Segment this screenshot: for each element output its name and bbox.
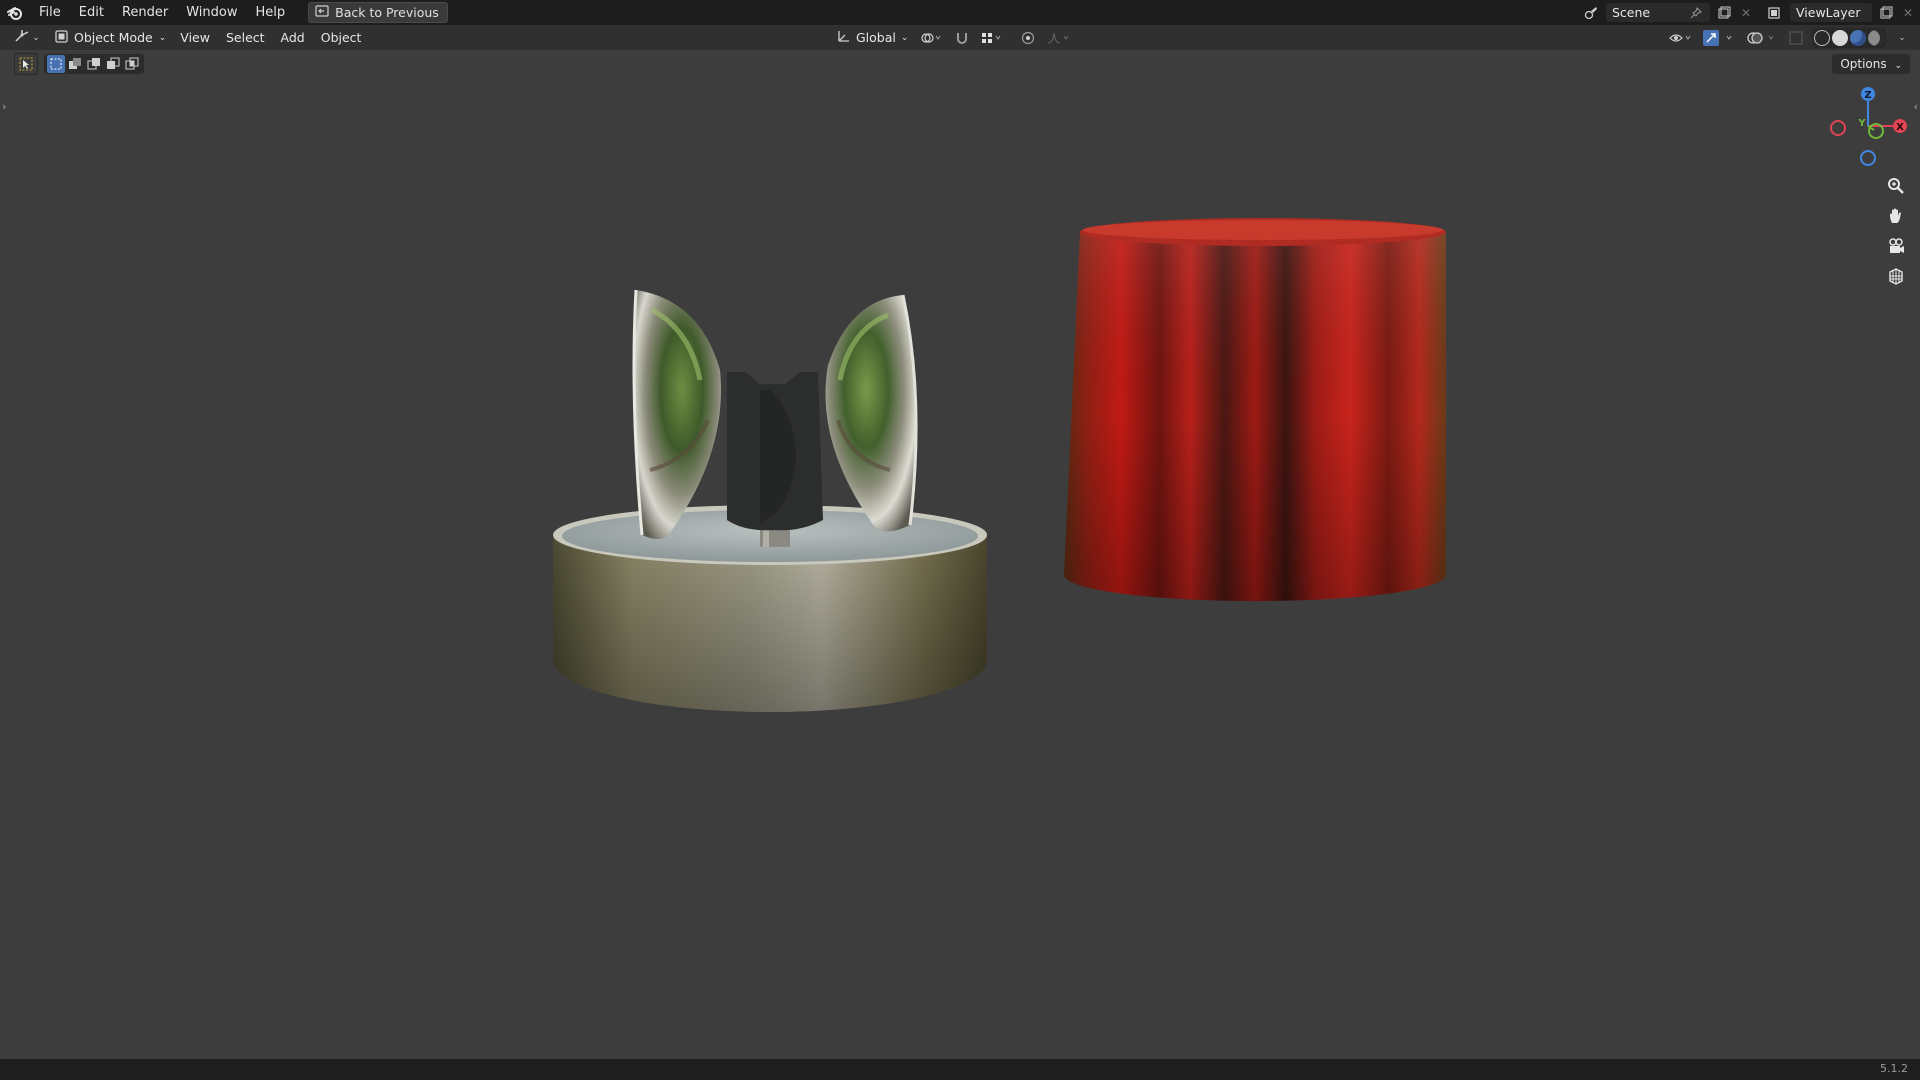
delete-view-layer-icon[interactable]: ✕ <box>1900 5 1916 21</box>
menu-view[interactable]: View <box>172 30 218 45</box>
viewport-canvas[interactable] <box>0 50 1920 1059</box>
shading-options-chevron-icon[interactable]: ⌄ <box>1894 30 1910 46</box>
gizmo-y-label: Y <box>1857 118 1866 129</box>
object-mode-label: Object Mode <box>74 30 153 45</box>
orientation-axes-icon <box>837 29 851 46</box>
delete-scene-icon[interactable]: ✕ <box>1738 5 1754 21</box>
menu-window[interactable]: Window <box>177 0 246 25</box>
editor-type-selector[interactable]: ⌄ <box>9 27 45 48</box>
scene-selector-icon[interactable] <box>1584 5 1600 21</box>
rendered-shading-icon[interactable] <box>1868 29 1884 46</box>
chevron-down-icon: ⌄ <box>158 32 167 43</box>
red-textured-cylinder[interactable] <box>1064 218 1446 601</box>
transform-orientation-label: Global <box>856 30 896 45</box>
menu-file[interactable]: File <box>30 0 70 25</box>
left-glass-lens[interactable] <box>632 289 721 539</box>
blender-logo-icon[interactable] <box>0 0 30 25</box>
chevron-down-icon: ⌄ <box>32 32 40 43</box>
menu-edit[interactable]: Edit <box>70 0 113 25</box>
snap-toggle-icon[interactable] <box>954 30 970 46</box>
new-scene-icon[interactable] <box>1716 5 1732 21</box>
object-visibility-icon[interactable] <box>1668 30 1694 46</box>
view-layer-selector-icon[interactable] <box>1768 5 1784 21</box>
ortho-grid-icon[interactable] <box>1883 263 1909 289</box>
back-to-previous-button[interactable]: Back to Previous <box>308 2 448 23</box>
proportional-editing-icon[interactable] <box>1020 30 1036 46</box>
falloff-curve-icon[interactable] <box>1046 30 1072 46</box>
view-layer-name: ViewLayer <box>1796 5 1861 20</box>
scene-field[interactable]: Scene <box>1606 3 1710 22</box>
version-label: 5.1.2 <box>1880 1062 1908 1075</box>
viewport-display-tools: ⌄ <box>1668 25 1910 50</box>
pin-icon[interactable] <box>1688 5 1704 21</box>
navigation-gizmo[interactable]: Z X Y <box>1818 84 1918 170</box>
menu-add[interactable]: Add <box>273 30 313 45</box>
view-layer-field[interactable]: ViewLayer <box>1790 3 1872 22</box>
center-post[interactable] <box>727 372 823 547</box>
new-view-layer-icon[interactable] <box>1878 5 1894 21</box>
material-preview-shading-icon[interactable] <box>1850 29 1866 46</box>
shading-mode-group <box>1812 27 1886 48</box>
gizmo-neg-z-axis[interactable] <box>1860 150 1876 166</box>
gizmo-x-label: X <box>1896 122 1904 133</box>
snap-increment-icon[interactable] <box>980 30 1004 46</box>
back-screen-icon <box>315 3 329 22</box>
object-mode-dropdown[interactable]: Object Mode ⌄ <box>49 27 173 48</box>
camera-view-icon[interactable] <box>1883 233 1909 259</box>
menu-render[interactable]: Render <box>113 0 177 25</box>
workspace-controls: Scene ✕ ViewLayer ✕ <box>1584 0 1920 25</box>
scene-name: Scene <box>1612 5 1651 20</box>
gizmo-neg-x-axis[interactable] <box>1830 120 1846 136</box>
top-menu-bar: File Edit Render Window Help Back to Pre… <box>0 0 1920 25</box>
menu-help[interactable]: Help <box>247 0 295 25</box>
chevron-down-icon: ⌄ <box>900 32 909 43</box>
solid-shading-icon[interactable] <box>1832 29 1848 46</box>
wireframe-shading-icon[interactable] <box>1814 29 1830 46</box>
menu-object[interactable]: Object <box>313 30 370 45</box>
zoom-icon[interactable] <box>1883 173 1909 199</box>
back-to-previous-label: Back to Previous <box>335 5 439 20</box>
gizmo-z-label: Z <box>1864 90 1871 101</box>
overlays-toggle-icon[interactable] <box>1746 30 1780 46</box>
pivot-point-icon[interactable] <box>918 30 944 46</box>
menu-select[interactable]: Select <box>218 30 273 45</box>
3d-viewport-icon <box>14 29 30 47</box>
hand-pan-icon[interactable] <box>1883 203 1909 229</box>
object-mode-icon <box>55 29 68 46</box>
viewport-header: ⌄ Object Mode ⌄ View Select Add Object G… <box>0 25 1920 50</box>
gizmo-toggle-icon[interactable] <box>1702 29 1738 46</box>
transform-tools: Global ⌄ <box>837 25 1072 50</box>
right-glass-lens[interactable] <box>825 294 918 532</box>
status-bar: 5.1.2 <box>0 1059 1920 1080</box>
transform-orientation-dropdown[interactable]: Global ⌄ <box>837 29 908 46</box>
xray-toggle-icon[interactable] <box>1788 30 1804 46</box>
